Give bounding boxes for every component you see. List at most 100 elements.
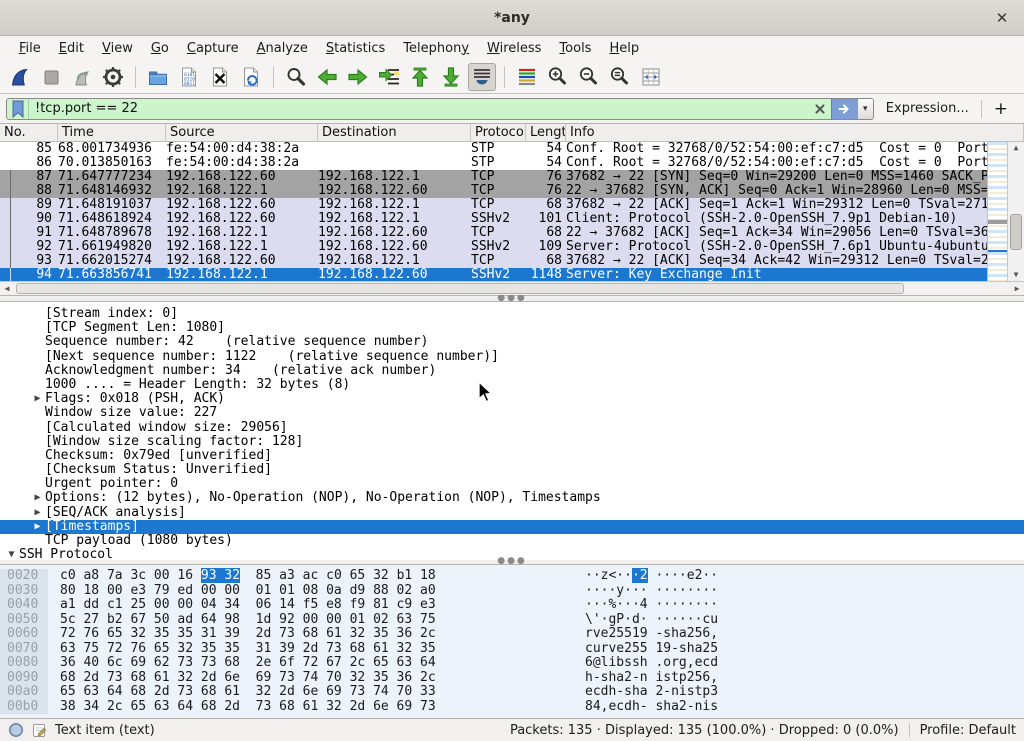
column-header-destination[interactable]: Destination	[318, 124, 471, 141]
menu-item-tools[interactable]: Tools	[550, 38, 600, 59]
capture-options-button[interactable]	[99, 63, 127, 91]
close-file-button[interactable]	[206, 63, 234, 91]
packet-row-87[interactable]: 8771.647777234192.168.122.60192.168.122.…	[0, 170, 987, 184]
hex-row-0040[interactable]: 0040a1 dd c1 25 00 00 04 34 06 14 f5 e8 …	[0, 598, 1024, 613]
filter-bookmark-icon[interactable]	[7, 99, 29, 119]
colorize-button[interactable]	[513, 63, 541, 91]
start-capture-button[interactable]	[6, 63, 34, 91]
expander-open-icon[interactable]: ▼	[4, 548, 19, 560]
scroll-left-arrow-icon[interactable]: ◀	[0, 282, 14, 295]
hex-row-0060[interactable]: 006072 76 65 32 35 35 31 39 2d 73 68 61 …	[0, 627, 1024, 642]
display-filter-input[interactable]	[29, 99, 809, 119]
detail-line[interactable]: [Calculated window size: 29056]	[0, 421, 1024, 435]
expander-closed-icon[interactable]: ▶	[30, 392, 45, 406]
packet-minimap[interactable]	[987, 142, 1007, 281]
go-to-packet-button[interactable]	[375, 63, 403, 91]
detail-line[interactable]: Window size value: 227	[0, 406, 1024, 420]
reload-file-button[interactable]	[237, 63, 265, 91]
expression-button[interactable]: Expression...	[882, 101, 973, 116]
menu-item-statistics[interactable]: Statistics	[317, 38, 394, 59]
packet-row-93[interactable]: 9371.662015274192.168.122.60192.168.122.…	[0, 254, 987, 268]
vscroll-thumb[interactable]	[1010, 214, 1022, 250]
detail-line[interactable]: [TCP Segment Len: 1080]	[0, 321, 1024, 335]
auto-scroll-button[interactable]	[468, 63, 496, 91]
filter-clear-icon[interactable]	[809, 99, 831, 119]
capture-comment-icon[interactable]	[31, 722, 48, 739]
detail-line[interactable]: Acknowledgment number: 34 (relative ack …	[0, 364, 1024, 378]
menu-item-view[interactable]: View	[93, 38, 142, 59]
filter-history-dropdown[interactable]: ▾	[857, 99, 873, 119]
packet-row-89[interactable]: 8971.648191037192.168.122.60192.168.122.…	[0, 198, 987, 212]
hex-row-0020[interactable]: 0020c0 a8 7a 3c 00 16 93 32 85 a3 ac c0 …	[0, 569, 1024, 584]
restart-capture-button[interactable]	[68, 63, 96, 91]
detail-line[interactable]: ▶[Timestamps]	[0, 520, 1024, 534]
detail-line[interactable]: ▶[SEQ/ACK analysis]	[0, 506, 1024, 520]
find-packet-button[interactable]	[282, 63, 310, 91]
add-filter-button[interactable]: +	[990, 99, 1016, 119]
hex-row-0030[interactable]: 003080 18 00 e3 79 ed 00 00 01 01 08 0a …	[0, 584, 1024, 599]
packet-row-90[interactable]: 9071.648618924192.168.122.60192.168.122.…	[0, 212, 987, 226]
expander-closed-icon[interactable]: ▶	[30, 491, 45, 505]
menu-item-telephony[interactable]: Telephony	[394, 38, 478, 59]
column-header-info[interactable]: Info	[566, 124, 1024, 141]
packet-row-94[interactable]: 9471.663856741192.168.122.1192.168.122.6…	[0, 268, 987, 281]
zoom-reset-button[interactable]	[606, 63, 634, 91]
close-window-button[interactable]: ✕	[992, 8, 1012, 28]
scroll-up-arrow-icon[interactable]: ▲	[1008, 142, 1024, 154]
packet-row-91[interactable]: 9171.648789678192.168.122.1192.168.122.6…	[0, 226, 987, 240]
open-file-button[interactable]	[144, 63, 172, 91]
detail-line[interactable]: [Checksum Status: Unverified]	[0, 463, 1024, 477]
menu-item-file[interactable]: File	[10, 38, 50, 59]
column-header-source[interactable]: Source	[166, 124, 318, 141]
go-forward-button[interactable]	[344, 63, 372, 91]
packet-row-88[interactable]: 8871.648146932192.168.122.1192.168.122.6…	[0, 184, 987, 198]
zoom-in-button[interactable]	[544, 63, 572, 91]
filter-apply-button[interactable]	[831, 99, 857, 119]
packet-list-hscrollbar[interactable]: ◀ ▶	[0, 281, 1024, 295]
packet-list-vscrollbar[interactable]: ▲ ▼	[1007, 142, 1024, 281]
packet-row-85[interactable]: 8568.001734936fe:54:00:d4:38:2aSTP54Conf…	[0, 142, 987, 156]
column-header-protocol[interactable]: Protocol	[471, 124, 526, 141]
scroll-right-arrow-icon[interactable]: ▶	[1010, 282, 1024, 295]
packet-row-92[interactable]: 9271.661949820192.168.122.1192.168.122.6…	[0, 240, 987, 254]
menu-item-go[interactable]: Go	[142, 38, 178, 59]
detail-line[interactable]: ▶Options: (12 bytes), No-Operation (NOP)…	[0, 491, 1024, 505]
expander-closed-icon[interactable]: ▶	[30, 520, 45, 534]
detail-line[interactable]: TCP payload (1080 bytes)	[0, 534, 1024, 548]
packet-row-86[interactable]: 8670.013850163fe:54:00:d4:38:2aSTP54Conf…	[0, 156, 987, 170]
detail-line[interactable]: [Stream index: 0]	[0, 307, 1024, 321]
column-header-time[interactable]: Time	[58, 124, 166, 141]
detail-line[interactable]: Urgent pointer: 0	[0, 477, 1024, 491]
profile-text[interactable]: Profile: Default	[920, 723, 1016, 738]
menu-item-analyze[interactable]: Analyze	[248, 38, 317, 59]
detail-line[interactable]: Sequence number: 42 (relative sequence n…	[0, 335, 1024, 349]
hex-row-0080[interactable]: 008036 40 6c 69 62 73 73 68 2e 6f 72 67 …	[0, 656, 1024, 671]
hex-row-0050[interactable]: 00505c 27 b2 67 50 ad 64 98 1d 92 00 00 …	[0, 613, 1024, 628]
detail-line[interactable]: [Next sequence number: 1122 (relative se…	[0, 350, 1024, 364]
expert-info-icon[interactable]	[8, 722, 24, 738]
detail-line[interactable]: ▶Flags: 0x018 (PSH, ACK)	[0, 392, 1024, 406]
stop-capture-button[interactable]	[37, 63, 65, 91]
go-back-button[interactable]	[313, 63, 341, 91]
hex-row-0070[interactable]: 007063 75 72 76 65 32 35 35 31 39 2d 73 …	[0, 642, 1024, 657]
hex-row-00b0[interactable]: 00b038 34 2c 65 63 64 68 2d 73 68 61 32 …	[0, 700, 1024, 715]
go-last-button[interactable]	[437, 63, 465, 91]
resize-columns-button[interactable]	[637, 63, 665, 91]
save-file-button[interactable]: 010101100011	[175, 63, 203, 91]
expander-closed-icon[interactable]: ▶	[30, 506, 45, 520]
menu-item-wireless[interactable]: Wireless	[478, 38, 550, 59]
detail-line[interactable]: Checksum: 0x79ed [unverified]	[0, 449, 1024, 463]
menu-item-capture[interactable]: Capture	[178, 38, 248, 59]
menu-item-help[interactable]: Help	[600, 38, 648, 59]
zoom-out-button[interactable]	[575, 63, 603, 91]
column-header-length[interactable]: Length	[526, 124, 566, 141]
go-first-button[interactable]	[406, 63, 434, 91]
column-header-no[interactable]: No.	[0, 124, 58, 141]
detail-line[interactable]: [Window size scaling factor: 128]	[0, 435, 1024, 449]
menu-item-edit[interactable]: Edit	[50, 38, 93, 59]
hex-row-00a0[interactable]: 00a065 63 64 68 2d 73 68 61 32 2d 6e 69 …	[0, 685, 1024, 700]
hex-row-0090[interactable]: 009068 2d 73 68 61 32 2d 6e 69 73 74 70 …	[0, 671, 1024, 686]
hscroll-thumb[interactable]	[16, 283, 904, 294]
scroll-down-arrow-icon[interactable]: ▼	[1008, 269, 1024, 281]
detail-line[interactable]: 1000 .... = Header Length: 32 bytes (8)	[0, 378, 1024, 392]
